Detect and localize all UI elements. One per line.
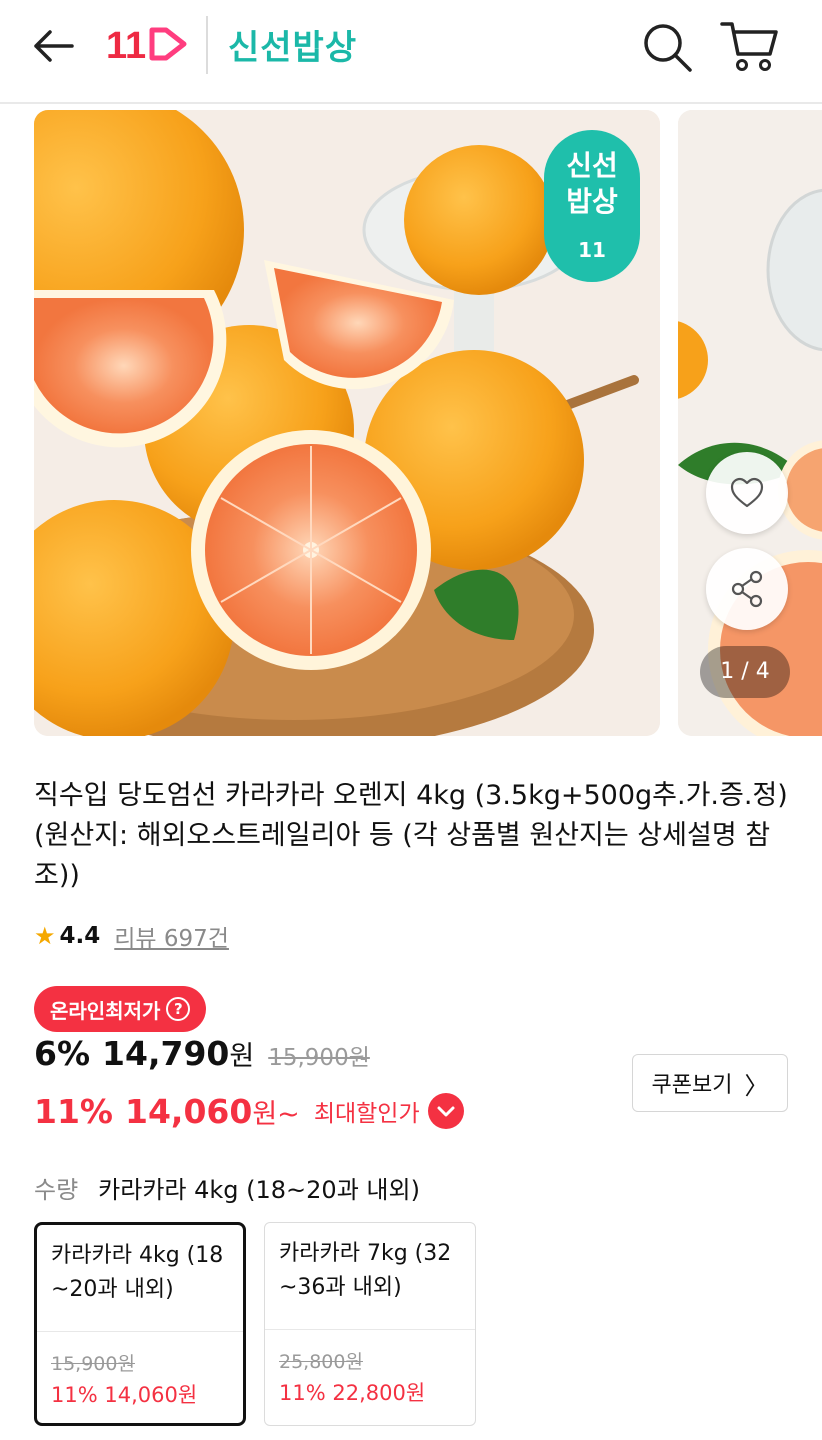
sale-price-row: 6% 14,790 원 15,900원 xyxy=(34,1034,370,1084)
top-header: 11 신선밥상 xyxy=(0,0,822,104)
max-discount-row: 11% 14,060 원~ 최대할인가 xyxy=(34,1086,464,1136)
image-page-counter: 1 / 4 xyxy=(700,646,790,698)
share-button[interactable] xyxy=(706,548,788,630)
option-card-4kg[interactable]: 카라카라 4kg (18~20과 내외) 15,900원 11% 14,060원 xyxy=(34,1222,246,1426)
selected-option-text: 카라카라 4kg (18~20과 내외) xyxy=(98,1176,420,1204)
header-divider xyxy=(206,16,208,74)
badge-logo: 11 xyxy=(578,238,606,262)
help-icon[interactable]: ? xyxy=(166,997,191,1021)
product-image-next[interactable] xyxy=(678,110,822,736)
max-discount-rate: 11% xyxy=(34,1091,113,1131)
brand-title[interactable]: 신선밥상 xyxy=(228,20,357,69)
max-discount-won: 원~ xyxy=(252,1098,300,1130)
max-discount-toggle[interactable] xyxy=(427,1093,464,1129)
11st-logo[interactable]: 11 xyxy=(106,22,190,67)
cart-button[interactable] xyxy=(718,18,780,74)
option-name: 카라카라 4kg (18~20과 내외) xyxy=(51,1243,224,1302)
fresh-table-badge: 신선 밥상 11 xyxy=(544,130,640,282)
chevron-down-icon xyxy=(437,1106,455,1117)
product-title: 직수입 당도엄선 카라카라 오렌지 4kg (3.5kg+500g추.가.증.정… xyxy=(34,780,788,891)
option-divider xyxy=(265,1329,475,1330)
share-icon xyxy=(731,570,763,608)
option-card-7kg[interactable]: 카라카라 7kg (32~36과 내외) 25,800원 11% 22,800원 xyxy=(264,1222,476,1426)
product-image-carousel[interactable]: 신선 밥상 11 1 / 4 xyxy=(0,106,822,736)
coupon-label: 쿠폰보기 xyxy=(651,1073,733,1098)
badge-line2: 밥상 xyxy=(566,185,618,218)
search-icon xyxy=(644,24,692,72)
original-price: 15,900원 xyxy=(268,1045,370,1071)
option-original-price: 15,900원 xyxy=(51,1353,135,1375)
discount-rate: 6% xyxy=(34,1034,91,1073)
lowest-price-badge[interactable]: 온라인최저가 ? xyxy=(34,986,207,1032)
heart-icon xyxy=(730,477,764,508)
rating-value: 4.4 xyxy=(59,923,101,949)
quantity-row: 수량 카라카라 4kg (18~20과 내외) xyxy=(34,1170,420,1205)
sale-price-won: 원 xyxy=(229,1041,255,1072)
coupon-view-button[interactable]: 쿠폰보기 〉 xyxy=(632,1054,788,1112)
product-image-main[interactable]: 신선 밥상 11 xyxy=(34,110,660,736)
logo-text: 11 xyxy=(106,25,146,66)
orange-photo-2 xyxy=(678,110,822,736)
star-icon: ★ xyxy=(34,922,56,950)
back-arrow-icon xyxy=(34,30,74,62)
option-original-price: 25,800원 xyxy=(279,1351,363,1373)
lowest-price-label: 온라인최저가 xyxy=(50,998,161,1023)
option-name: 카라카라 7kg (32~36과 내외) xyxy=(279,1241,452,1300)
option-divider xyxy=(37,1331,243,1332)
chevron-right-icon: 〉 xyxy=(744,1071,769,1100)
option-sale-price: 11% 14,060원 xyxy=(51,1383,198,1407)
11st-logo-icon: 11 xyxy=(106,25,187,67)
option-sale-price: 11% 22,800원 xyxy=(279,1381,426,1405)
cart-icon xyxy=(720,22,778,71)
max-discount-price: 14,060 xyxy=(125,1091,253,1131)
rating-row: ★ 4.4 리뷰 697건 xyxy=(34,916,229,956)
search-button[interactable] xyxy=(640,20,694,74)
review-link[interactable]: 리뷰 697건 xyxy=(114,919,229,953)
back-button[interactable] xyxy=(26,24,82,68)
max-discount-label: 최대할인가 xyxy=(313,1101,420,1127)
badge-line1: 신선 xyxy=(566,149,618,182)
wishlist-button[interactable] xyxy=(706,452,788,534)
sale-price: 14,790 xyxy=(102,1034,230,1073)
quantity-label: 수량 xyxy=(34,1176,79,1204)
